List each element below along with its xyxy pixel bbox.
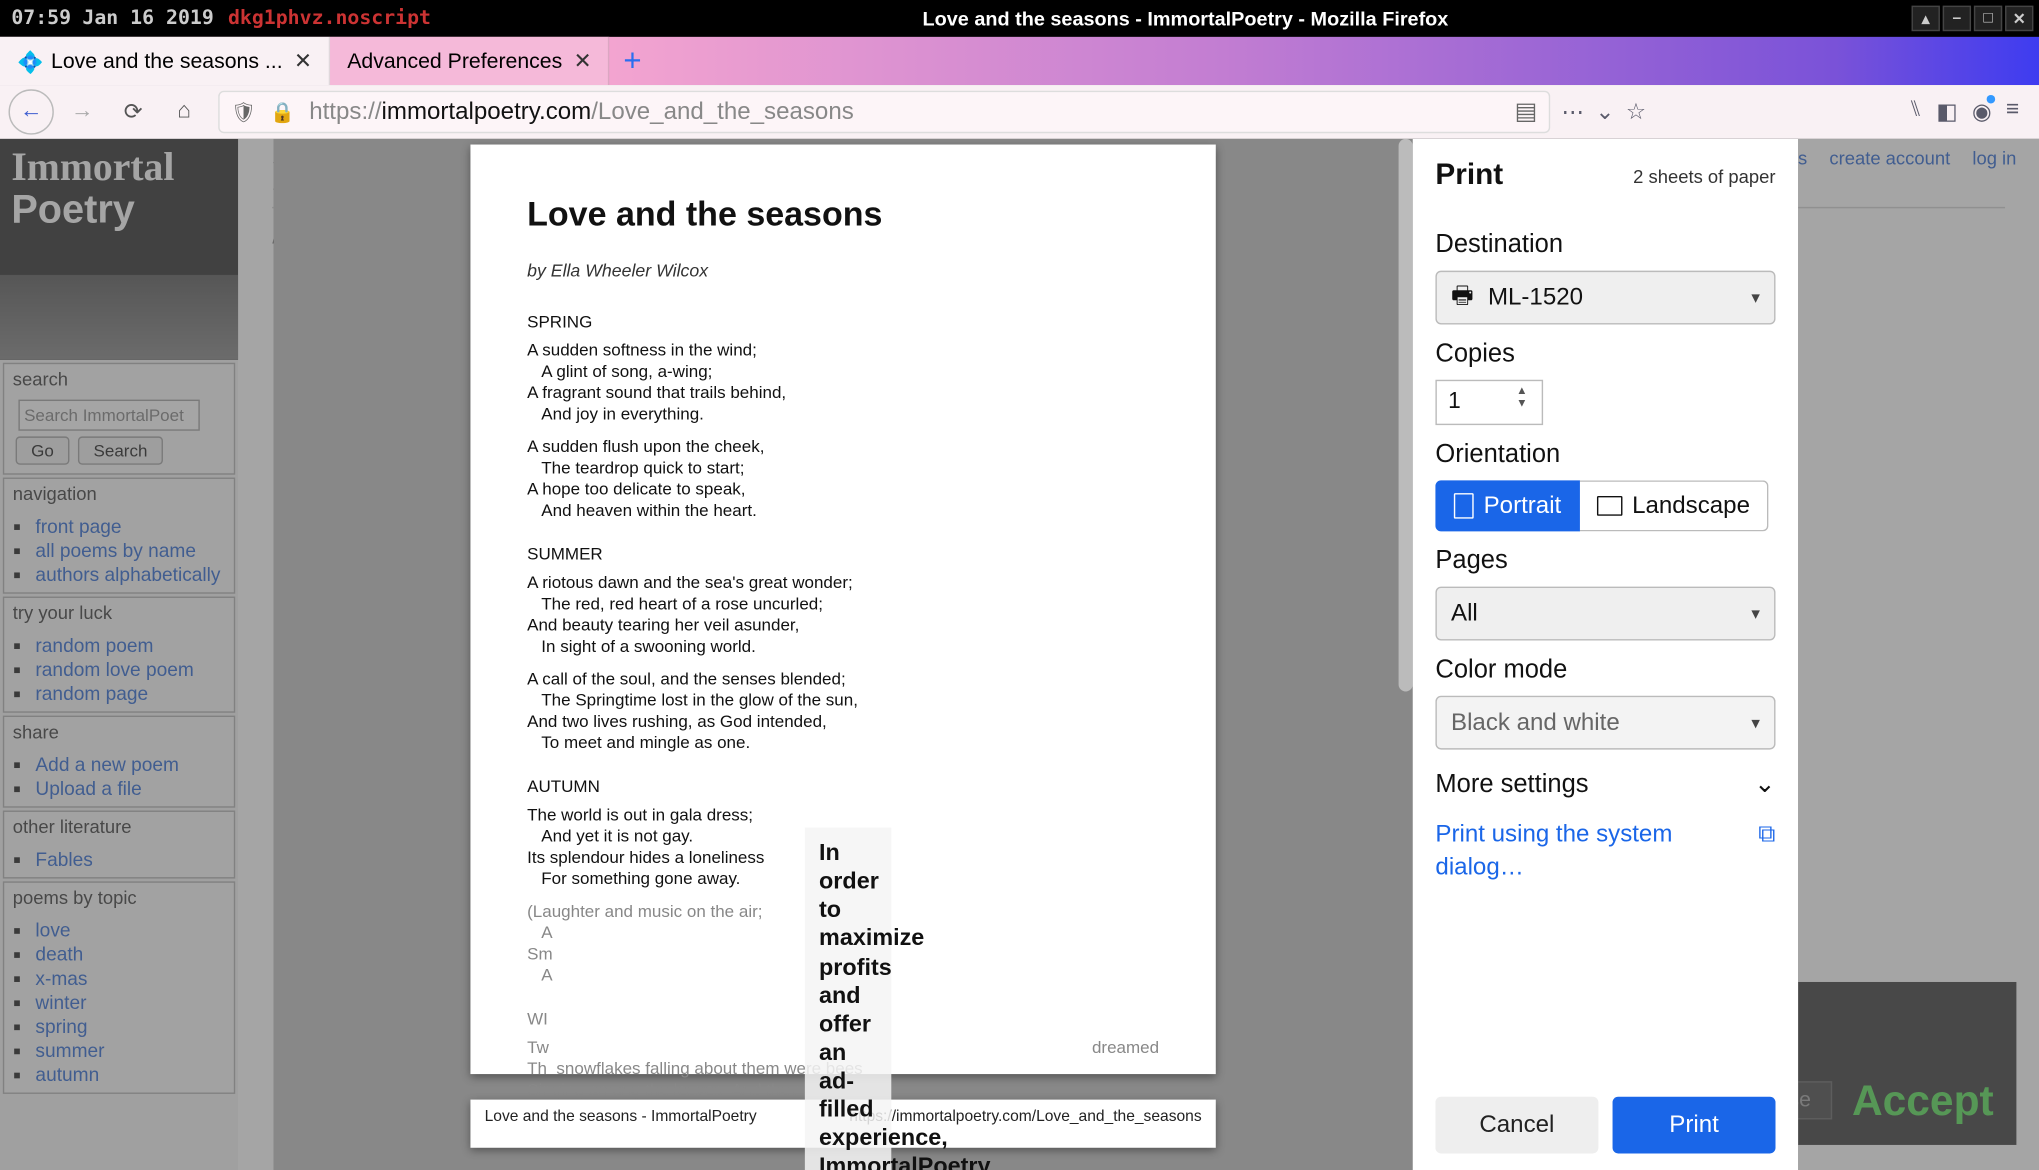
reload-button[interactable]: ⟳ [111, 89, 156, 134]
print-dialog: Love and the seasons by Ella Wheeler Wil… [273, 139, 1798, 1170]
tab-label: Advanced Preferences [347, 49, 562, 73]
chevron-down-icon: ⌄ [1754, 769, 1775, 799]
section-autumn: AUTUMN [527, 777, 1159, 797]
page-actions-icon[interactable]: ⋯ [1562, 98, 1585, 126]
chevron-down-icon: ▾ [1751, 604, 1760, 624]
account-icon[interactable]: ◉ [1972, 98, 1992, 126]
window-maximize-button[interactable]: □ [1974, 6, 2002, 32]
tab-strip: 💠 Love and the seasons ... ✕ Advanced Pr… [0, 37, 2039, 85]
tab-advanced-preferences[interactable]: Advanced Preferences ✕ [330, 37, 610, 85]
back-button[interactable]: ← [9, 89, 54, 134]
cancel-button[interactable]: Cancel [1435, 1097, 1598, 1154]
hamburger-menu-icon[interactable]: ≡ [2006, 98, 2019, 126]
destination-value: ML-1520 [1488, 283, 1583, 311]
orientation-label: Orientation [1435, 439, 1775, 469]
library-icon[interactable]: ⑊ [1909, 98, 1923, 126]
preview-header-left: Love and the seasons - ImmortalPoetry [485, 1108, 757, 1148]
tab-label: Love and the seasons ... [51, 49, 283, 73]
favicon-icon: 💠 [17, 50, 40, 73]
colormode-label: Color mode [1435, 655, 1775, 685]
pages-select[interactable]: All ▾ [1435, 587, 1775, 641]
print-preview[interactable]: Love and the seasons by Ella Wheeler Wil… [273, 139, 1412, 1170]
preview-byline: by Ella Wheeler Wilcox [527, 261, 1159, 281]
pages-value: All [1451, 599, 1478, 627]
copies-label: Copies [1435, 339, 1775, 369]
close-tab-icon[interactable]: ✕ [294, 48, 312, 74]
window-titlebar: 07:59 Jan 16 2019 dkg1phvz.noscript Love… [0, 0, 2039, 37]
stanza: A sudden softness in the wind;A glint of… [527, 340, 1159, 425]
forward-button[interactable]: → [60, 89, 105, 134]
section-summer: SUMMER [527, 544, 1159, 564]
copies-input[interactable]: 1 ▲▼ [1435, 380, 1543, 425]
nav-toolbar: ← → ⟳ ⌂ 🛡 🔒 https://immortalpoetry.com/L… [0, 85, 2039, 139]
stanza: A sudden flush upon the cheek,The teardr… [527, 436, 1159, 521]
window-title: Love and the seasons - ImmortalPoetry - … [459, 7, 1911, 30]
print-button[interactable]: Print [1613, 1097, 1776, 1154]
preview-title: Love and the seasons [527, 196, 1159, 236]
preview-cookie-popup: In order to maximize profits and offer a… [805, 828, 891, 1170]
clock: 07:59 [0, 7, 82, 30]
chevron-down-icon: ▾ [1751, 713, 1760, 733]
bookmark-star-icon[interactable]: ☆ [1626, 98, 1646, 126]
tracking-shield-icon[interactable]: 🛡 [231, 100, 256, 124]
sheet-count: 2 sheets of paper [1633, 165, 1775, 186]
print-heading: Print [1435, 159, 1503, 193]
url-text: https://immortalpoetry.com/Love_and_the_… [309, 98, 1500, 126]
window-close-button[interactable]: ✕ [2005, 6, 2033, 32]
close-tab-icon[interactable]: ✕ [574, 48, 592, 74]
reader-mode-icon[interactable]: ▤ [1515, 98, 1538, 126]
external-link-icon: ⧉ [1758, 819, 1775, 884]
landscape-icon [1597, 496, 1623, 516]
sidebar-icon[interactable]: ◧ [1936, 98, 1957, 126]
colormode-value: Black and white [1451, 709, 1620, 737]
more-settings-toggle[interactable]: More settings ⌄ [1435, 769, 1775, 799]
print-settings-panel: Print 2 sheets of paper Destination 🖶 ML… [1413, 139, 1798, 1170]
stanza: A riotous dawn and the sea's great wonde… [527, 572, 1159, 657]
window-minimize-button[interactable]: – [1943, 6, 1971, 32]
spin-up-icon[interactable]: ▲ [1516, 384, 1539, 397]
home-button[interactable]: ⌂ [162, 89, 207, 134]
tab-love-and-seasons[interactable]: 💠 Love and the seasons ... ✕ [0, 37, 330, 85]
stanza: A call of the soul, and the senses blend… [527, 669, 1159, 754]
pocket-icon[interactable]: ⌄ [1596, 98, 1615, 126]
section-spring: SPRING [527, 312, 1159, 332]
spin-down-icon[interactable]: ▼ [1516, 397, 1539, 410]
orientation-portrait[interactable]: Portrait [1435, 480, 1579, 531]
portrait-icon [1454, 493, 1474, 519]
date: Jan 16 2019 [82, 7, 228, 30]
lock-icon[interactable]: 🔒 [270, 100, 295, 124]
printer-icon: 🖶 [1451, 277, 1474, 318]
destination-label: Destination [1435, 230, 1775, 260]
print-overlay: Love and the seasons by Ella Wheeler Wil… [0, 139, 2039, 1170]
pages-label: Pages [1435, 546, 1775, 576]
preview-scrollbar[interactable] [1399, 139, 1413, 692]
new-tab-button[interactable]: + [610, 37, 655, 85]
copies-value: 1 [1448, 390, 1461, 416]
orientation-landscape[interactable]: Landscape [1580, 480, 1769, 531]
address-bar[interactable]: 🛡 🔒 https://immortalpoetry.com/Love_and_… [218, 91, 1550, 134]
destination-select[interactable]: 🖶 ML-1520 ▾ [1435, 271, 1775, 325]
chevron-down-icon: ▾ [1751, 288, 1760, 308]
window-pin-button[interactable]: ▴ [1912, 6, 1940, 32]
colormode-select[interactable]: Black and white ▾ [1435, 696, 1775, 750]
system-dialog-link[interactable]: Print using the system dialog… ⧉ [1435, 819, 1775, 884]
host-fragment: dkg1phvz.noscript [228, 7, 459, 30]
